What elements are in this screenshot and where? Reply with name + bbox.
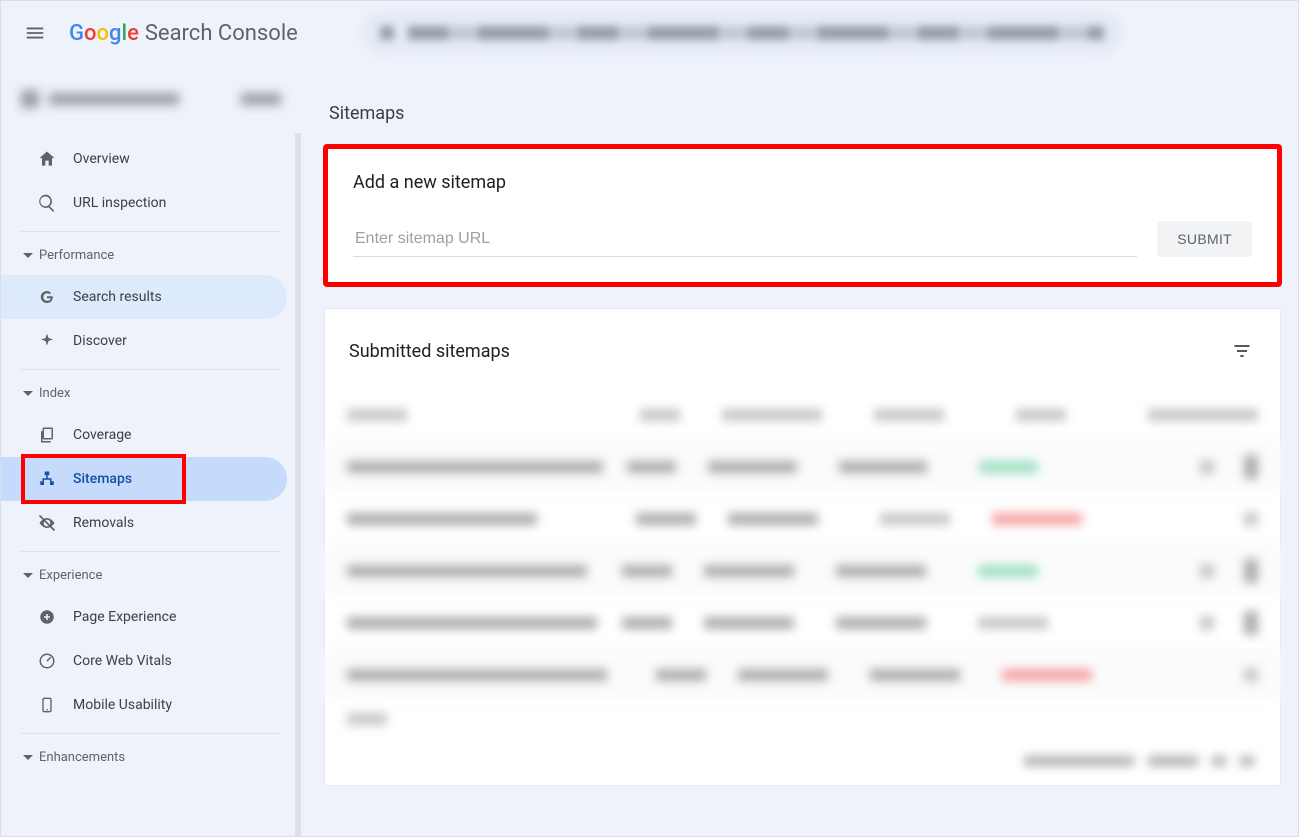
table-row[interactable] (325, 597, 1280, 649)
pages-icon (37, 425, 57, 445)
table-row[interactable] (325, 701, 1280, 737)
sidebar-section-experience[interactable]: Experience (1, 554, 301, 595)
table-row[interactable] (325, 441, 1280, 493)
table-row[interactable] (325, 649, 1280, 701)
sidebar-item-removals[interactable]: Removals (1, 501, 287, 545)
gauge-icon (37, 651, 57, 671)
top-bar: Google Search Console (1, 1, 1298, 65)
sidebar-section-index[interactable]: Index (1, 372, 301, 413)
sidebar: Overview URL inspection Performance Sear… (1, 65, 301, 836)
home-icon (37, 149, 57, 169)
sidebar-item-label: Page Experience (73, 609, 176, 625)
sidebar-section-enhancements[interactable]: Enhancements (1, 736, 301, 777)
product-logo: Google Search Console (69, 21, 298, 46)
sidebar-item-label: Removals (73, 515, 134, 531)
sidebar-scrollbar[interactable] (295, 133, 301, 836)
page-title: Sitemaps (329, 103, 1298, 124)
submit-button[interactable]: SUBMIT (1157, 221, 1252, 257)
sitemap-url-input[interactable] (353, 224, 1137, 257)
search-icon (37, 193, 57, 213)
sidebar-item-discover[interactable]: Discover (1, 319, 287, 363)
sidebar-item-label: Mobile Usability (73, 697, 172, 713)
mobile-icon (37, 695, 57, 715)
sidebar-item-search-results[interactable]: Search results (1, 275, 287, 319)
google-logo: Google (69, 21, 139, 46)
sidebar-item-label: URL inspection (73, 195, 166, 211)
spark-icon (37, 331, 57, 351)
table-header-row (325, 389, 1280, 441)
add-sitemap-title: Add a new sitemap (353, 172, 1252, 193)
circle-plus-icon (37, 607, 57, 627)
caret-down-icon (23, 571, 33, 581)
sidebar-item-mobile-usability[interactable]: Mobile Usability (1, 683, 287, 727)
add-sitemap-card: Add a new sitemap SUBMIT (325, 146, 1280, 285)
sidebar-section-performance[interactable]: Performance (1, 234, 301, 275)
submitted-sitemaps-card: Submitted sitemaps (325, 309, 1280, 785)
property-selector[interactable] (9, 73, 293, 125)
sidebar-item-label: Overview (73, 151, 130, 167)
sidebar-item-label: Core Web Vitals (73, 653, 172, 669)
caret-down-icon (23, 251, 33, 261)
filter-icon[interactable] (1224, 333, 1260, 369)
url-search-bar[interactable] (362, 11, 1122, 55)
table-row[interactable] (325, 545, 1280, 597)
sidebar-item-coverage[interactable]: Coverage (1, 413, 287, 457)
sidebar-item-sitemaps[interactable]: Sitemaps (1, 457, 287, 501)
sidebar-item-label: Sitemaps (73, 471, 132, 487)
sidebar-item-page-experience[interactable]: Page Experience (1, 595, 287, 639)
caret-down-icon (23, 389, 33, 399)
menu-icon[interactable] (15, 13, 55, 53)
sidebar-item-overview[interactable]: Overview (1, 137, 287, 181)
submitted-sitemaps-title: Submitted sitemaps (349, 341, 510, 362)
caret-down-icon (23, 753, 33, 763)
main-content: Sitemaps Add a new sitemap SUBMIT Submit… (301, 65, 1298, 836)
sidebar-item-core-web-vitals[interactable]: Core Web Vitals (1, 639, 287, 683)
table-row[interactable] (325, 493, 1280, 545)
table-pagination[interactable] (325, 737, 1280, 785)
sitemap-icon (37, 469, 57, 489)
sidebar-item-label: Search results (73, 289, 162, 305)
sidebar-item-label: Discover (73, 333, 127, 349)
product-name: Search Console (145, 21, 298, 46)
sidebar-item-url-inspection[interactable]: URL inspection (1, 181, 287, 225)
sidebar-item-label: Coverage (73, 427, 131, 443)
eye-off-icon (37, 513, 57, 533)
google-g-icon (37, 287, 57, 307)
